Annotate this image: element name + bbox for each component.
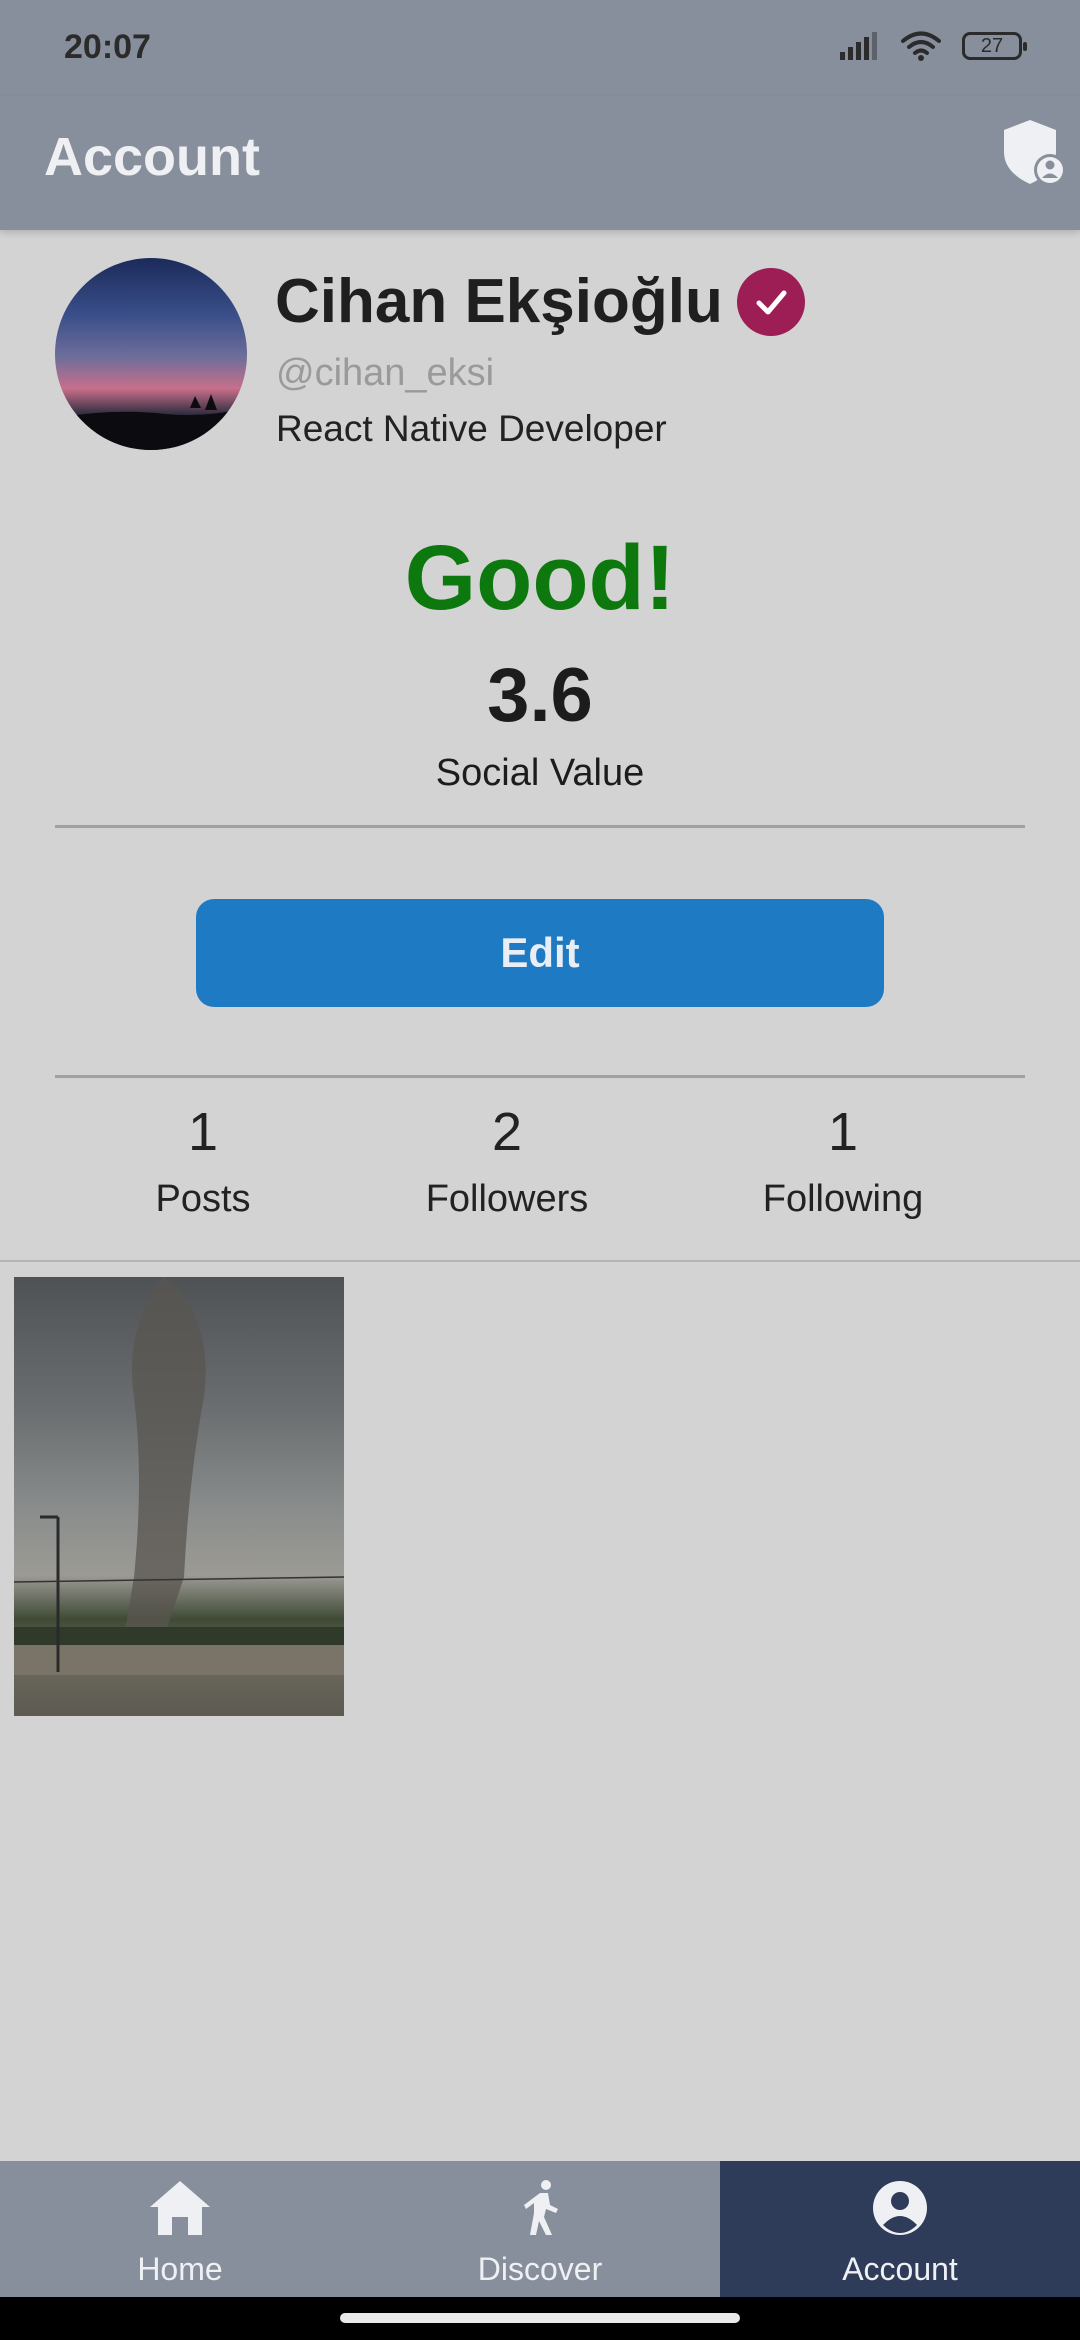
shield-user-icon[interactable] bbox=[1000, 118, 1066, 188]
social-value: 3.6 bbox=[487, 653, 593, 738]
stat-label: Posts bbox=[155, 1178, 251, 1220]
nav-discover[interactable]: Discover bbox=[360, 2161, 720, 2297]
tornado-image bbox=[14, 1277, 344, 1675]
nav-label: Account bbox=[842, 2251, 958, 2287]
social-value-caption: Social Value bbox=[435, 752, 645, 794]
stat-value: 1 bbox=[827, 1102, 859, 1162]
rating-label: Good! bbox=[404, 527, 676, 629]
stat-posts[interactable]: 1 Posts bbox=[53, 1100, 353, 1221]
status-icons: 27 bbox=[840, 30, 1027, 62]
profile-name: Cihan Ekşioğlu bbox=[275, 267, 723, 336]
profile-handle: @cihan_eksi bbox=[276, 352, 495, 394]
edit-button[interactable]: Edit bbox=[196, 899, 884, 1007]
home-icon bbox=[150, 2181, 210, 2235]
avatar[interactable] bbox=[55, 258, 247, 450]
app-header: Account bbox=[0, 96, 1080, 230]
verified-icon bbox=[736, 267, 805, 336]
profile-bio: React Native Developer bbox=[276, 408, 667, 449]
signal-icon bbox=[840, 32, 877, 60]
stat-label: Following bbox=[762, 1178, 924, 1220]
nav-home[interactable]: Home bbox=[0, 2161, 360, 2297]
stat-value: 2 bbox=[491, 1102, 523, 1162]
bottom-nav: Home Discover Account bbox=[0, 2161, 1080, 2297]
walking-person-icon bbox=[524, 2180, 558, 2235]
divider bbox=[55, 825, 1025, 828]
home-indicator[interactable] bbox=[340, 2313, 740, 2323]
gesture-bar bbox=[0, 2297, 1080, 2340]
stat-value: 1 bbox=[187, 1102, 219, 1162]
status-bar: 20:07 27 bbox=[0, 0, 1080, 96]
wifi-icon bbox=[901, 31, 941, 61]
nav-account[interactable]: Account bbox=[720, 2161, 1080, 2297]
nav-label: Discover bbox=[477, 2251, 603, 2287]
status-time: 20:07 bbox=[64, 28, 151, 66]
account-circle-icon bbox=[873, 2181, 927, 2235]
divider bbox=[55, 1075, 1025, 1078]
stat-label: Followers bbox=[425, 1178, 589, 1220]
nav-label: Home bbox=[137, 2251, 223, 2287]
stat-following[interactable]: 1 Following bbox=[693, 1100, 993, 1221]
section-divider bbox=[0, 1260, 1080, 1262]
battery-icon: 27 bbox=[962, 32, 1027, 60]
stat-followers[interactable]: 2 Followers bbox=[357, 1100, 657, 1221]
avatar-silhouette bbox=[55, 394, 247, 450]
profile-name-row: Cihan Ekşioğlu bbox=[275, 266, 805, 337]
page-title: Account bbox=[44, 127, 260, 187]
post-thumbnail[interactable] bbox=[14, 1277, 344, 1716]
